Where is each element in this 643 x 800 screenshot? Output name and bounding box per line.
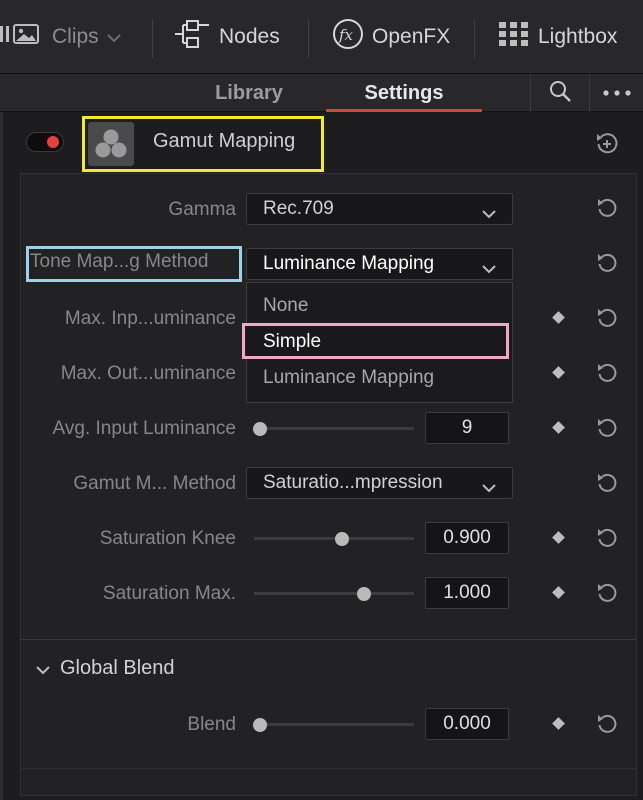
reset-icon[interactable] bbox=[596, 471, 620, 500]
blend-field[interactable]: 0.000 bbox=[425, 708, 509, 740]
chevron-down-icon bbox=[482, 477, 496, 499]
reset-icon[interactable] bbox=[594, 130, 620, 161]
openfx-label: OpenFX bbox=[372, 25, 451, 48]
effect-enable-toggle[interactable] bbox=[26, 132, 64, 152]
toolbar-divider bbox=[474, 20, 475, 58]
gamma-dropdown[interactable]: Rec.709 bbox=[246, 193, 513, 225]
lightbox-icon bbox=[498, 20, 530, 54]
gamut-mapping-method-value: Saturatio...mpression bbox=[263, 472, 443, 493]
clips-label: Clips bbox=[52, 25, 99, 48]
gamma-label: Gamma bbox=[168, 199, 236, 220]
reset-icon[interactable] bbox=[596, 416, 620, 445]
reset-icon[interactable] bbox=[596, 196, 620, 225]
saturation-knee-label: Saturation Knee bbox=[99, 528, 236, 549]
gamut-mapping-method-dropdown[interactable]: Saturatio...mpression bbox=[246, 467, 513, 499]
nodes-icon bbox=[175, 20, 211, 54]
tone-mapping-method-dropdown[interactable]: Luminance Mapping bbox=[246, 248, 513, 280]
toggle-indicator bbox=[47, 136, 59, 148]
search-button[interactable] bbox=[531, 74, 589, 112]
menu-item-luminance-mapping[interactable]: Luminance Mapping bbox=[263, 367, 434, 389]
slider-handle[interactable] bbox=[253, 422, 267, 436]
chevron-down-icon bbox=[482, 203, 496, 225]
active-tab-indicator bbox=[326, 109, 482, 112]
reset-icon[interactable] bbox=[596, 526, 620, 555]
saturation-max-slider[interactable] bbox=[254, 592, 414, 595]
max-input-luminance-label: Max. Inp...uminance bbox=[64, 308, 236, 329]
search-icon bbox=[548, 79, 572, 108]
avg-input-luminance-label: Avg. Input Luminance bbox=[52, 418, 236, 439]
clips-button[interactable]: Clips bbox=[0, 0, 121, 74]
chevron-down-icon[interactable] bbox=[36, 662, 50, 680]
reset-icon[interactable] bbox=[596, 712, 620, 741]
reset-icon[interactable] bbox=[596, 251, 620, 280]
annotation-box-tone-mapping-label bbox=[26, 246, 242, 282]
svg-text:fx: fx bbox=[338, 26, 354, 44]
tone-mapping-method-value: Luminance Mapping bbox=[263, 253, 435, 274]
avg-input-luminance-field[interactable]: 9 bbox=[425, 412, 509, 444]
reset-icon[interactable] bbox=[596, 361, 620, 390]
gamma-value: Rec.709 bbox=[263, 198, 334, 219]
reset-icon[interactable] bbox=[596, 581, 620, 610]
reset-icon[interactable] bbox=[596, 306, 620, 335]
slider-handle[interactable] bbox=[334, 532, 349, 546]
more-options-button[interactable] bbox=[590, 74, 643, 112]
left-edge-strip bbox=[0, 112, 3, 800]
blend-label: Blend bbox=[187, 714, 236, 735]
toolbar-divider bbox=[308, 20, 309, 58]
openfx-button[interactable]: fx OpenFX bbox=[332, 0, 450, 74]
avg-input-luminance-slider[interactable] bbox=[254, 427, 414, 430]
tab-library[interactable]: Library bbox=[172, 74, 326, 112]
section-divider bbox=[21, 639, 636, 640]
global-blend-header[interactable]: Global Blend bbox=[60, 657, 175, 680]
annotation-box-effect-title bbox=[82, 116, 324, 172]
inspector-tabs: Library Settings bbox=[0, 74, 643, 112]
chevron-down-icon bbox=[106, 25, 121, 49]
toolbar-divider bbox=[152, 20, 153, 58]
gamut-mapping-method-label: Gamut M... Method bbox=[73, 473, 236, 494]
slider-handle[interactable] bbox=[253, 718, 267, 732]
chevron-down-icon bbox=[482, 258, 496, 280]
nodes-label: Nodes bbox=[219, 25, 280, 48]
lightbox-label: Lightbox bbox=[538, 25, 618, 48]
tab-settings[interactable]: Settings bbox=[326, 74, 482, 112]
max-output-luminance-label: Max. Out...uminance bbox=[60, 363, 236, 384]
saturation-max-field[interactable]: 1.000 bbox=[425, 577, 509, 609]
annotation-box-simple-option bbox=[242, 323, 509, 359]
clips-icon bbox=[0, 22, 44, 52]
lightbox-button[interactable]: Lightbox bbox=[498, 0, 617, 74]
saturation-knee-field[interactable]: 0.900 bbox=[425, 522, 509, 554]
openfx-icon: fx bbox=[332, 18, 364, 56]
menu-item-none[interactable]: None bbox=[263, 295, 308, 317]
more-icon bbox=[602, 84, 632, 102]
section-divider bbox=[21, 768, 636, 769]
saturation-max-label: Saturation Max. bbox=[102, 583, 236, 604]
top-toolbar: Clips Nodes fx OpenFX Lightbox bbox=[0, 0, 643, 74]
nodes-button[interactable]: Nodes bbox=[175, 0, 280, 74]
slider-handle[interactable] bbox=[356, 587, 371, 601]
blend-slider[interactable] bbox=[254, 723, 414, 726]
